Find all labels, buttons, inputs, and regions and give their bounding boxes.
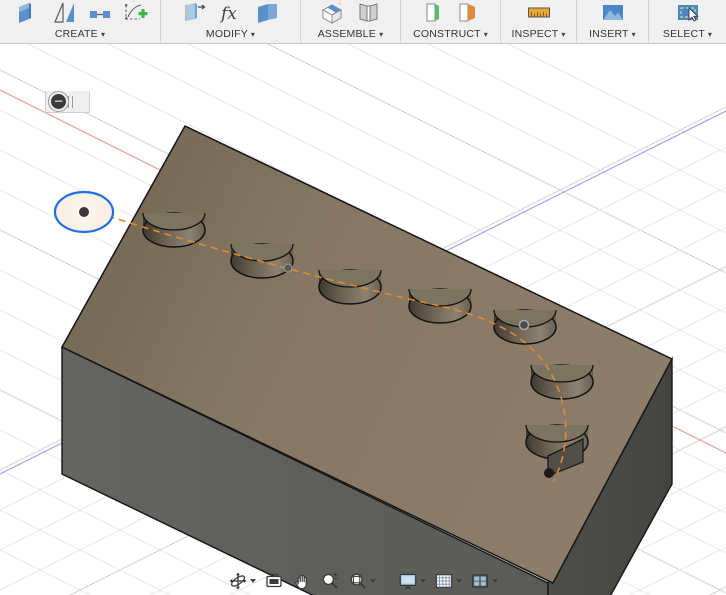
display-settings-icon[interactable]: [398, 571, 418, 591]
grid-snaps-dropdown-caret-icon[interactable]: [456, 579, 462, 583]
navbar-look-at[interactable]: [262, 570, 286, 592]
joint-icon[interactable]: [356, 0, 382, 26]
inspect-caret-icon[interactable]: ▾: [561, 30, 565, 39]
navbar-pan[interactable]: [290, 570, 314, 592]
navbar-grid-snaps[interactable]: [432, 570, 464, 592]
toolbar-group-assemble-label: ASSEMBLE ▾: [318, 26, 384, 43]
toolbar-group-insert[interactable]: INSERT ▾: [576, 0, 648, 43]
plane-at-angle-icon[interactable]: [455, 0, 481, 26]
create-caret-icon[interactable]: ▾: [101, 30, 105, 39]
insert-caret-icon[interactable]: ▾: [632, 30, 636, 39]
new-component-icon[interactable]: [320, 0, 346, 26]
browser-panel-collapse[interactable]: −: [45, 91, 90, 113]
navbar-viewports[interactable]: [468, 570, 500, 592]
grid-snaps-icon[interactable]: [434, 571, 454, 591]
select-cursor-icon[interactable]: [675, 0, 701, 26]
insert-label-text: INSERT: [589, 28, 629, 40]
sweep-icon[interactable]: [87, 0, 113, 26]
path-endpoint-marker[interactable]: [544, 468, 554, 478]
toolbar-group-insert-label: INSERT ▾: [589, 26, 636, 43]
assemble-caret-icon[interactable]: ▾: [379, 30, 383, 39]
selected-sketch-circle[interactable]: [53, 190, 115, 234]
construct-caret-icon[interactable]: ▾: [484, 30, 488, 39]
toolbar-group-modify[interactable]: fx MODIFY ▾: [160, 0, 300, 43]
modify-label-text: MODIFY: [205, 28, 248, 40]
press-pull-icon[interactable]: [182, 0, 208, 26]
navbar-display-settings[interactable]: [396, 570, 428, 592]
fit-dropdown-caret-icon[interactable]: [370, 579, 376, 583]
navbar-zoom[interactable]: [318, 570, 342, 592]
select-caret-icon[interactable]: ▾: [708, 30, 712, 39]
zoom-icon[interactable]: [320, 571, 340, 591]
main-toolbar: CREATE ▾ fx MODIFY ▾ ASSEMBLE ▾ CONSTRUC…: [0, 0, 726, 44]
assemble-label-text: ASSEMBLE: [317, 28, 376, 40]
fillet-icon[interactable]: [254, 0, 280, 26]
navbar-orbit[interactable]: [226, 570, 258, 592]
change-parameters-icon[interactable]: fx: [218, 0, 244, 26]
3d-viewport[interactable]: − +: [0, 44, 726, 595]
look-at-icon[interactable]: [264, 571, 284, 591]
create-sketch-icon[interactable]: [122, 0, 148, 26]
toolbar-group-inspect[interactable]: INSPECT ▾: [500, 0, 576, 43]
hole-1[interactable]: [142, 212, 206, 248]
insert-image-icon[interactable]: [600, 0, 626, 26]
path-point-marker-1[interactable]: [283, 263, 293, 273]
inspect-label-text: INSPECT: [511, 28, 559, 40]
revolve-icon[interactable]: [52, 0, 78, 26]
construct-label-text: CONSTRUCT: [413, 28, 481, 40]
collapse-minus-icon[interactable]: −: [48, 91, 69, 112]
display-settings-dropdown-caret-icon[interactable]: [420, 579, 426, 583]
solid-body-block[interactable]: [0, 44, 726, 595]
measure-ruler-icon[interactable]: [526, 0, 552, 26]
toolbar-group-assemble[interactable]: ASSEMBLE ▾: [300, 0, 400, 43]
hole-3[interactable]: [318, 269, 382, 305]
create-label-text: CREATE: [54, 28, 98, 40]
toolbar-group-create-label: CREATE ▾: [55, 26, 105, 43]
orbit-icon[interactable]: [228, 571, 248, 591]
path-point-marker-2[interactable]: [518, 319, 530, 331]
selection-center-point[interactable]: [79, 207, 89, 217]
browser-panel-resize-grip[interactable]: [68, 95, 73, 108]
hole-6[interactable]: [530, 364, 594, 400]
viewports-icon[interactable]: [470, 571, 490, 591]
extrude-icon[interactable]: [17, 0, 43, 26]
select-label-text: SELECT: [662, 28, 705, 40]
fit-icon[interactable]: [348, 571, 368, 591]
toolbar-group-select-label: SELECT ▾: [663, 26, 712, 43]
orbit-dropdown-caret-icon[interactable]: [250, 579, 256, 583]
toolbar-group-create[interactable]: CREATE ▾: [0, 0, 160, 43]
toolbar-group-inspect-label: INSPECT ▾: [511, 26, 565, 43]
svg-text:fx: fx: [219, 4, 237, 24]
navbar-fit[interactable]: [346, 570, 378, 592]
toolbar-group-select[interactable]: SELECT ▾: [648, 0, 726, 43]
offset-plane-icon[interactable]: [421, 0, 447, 26]
viewports-dropdown-caret-icon[interactable]: [492, 579, 498, 583]
hole-4[interactable]: [408, 288, 472, 324]
cad-application-window: CREATE ▾ fx MODIFY ▾ ASSEMBLE ▾ CONSTRUC…: [0, 0, 726, 595]
pan-hand-icon[interactable]: [292, 571, 312, 591]
toolbar-group-construct[interactable]: CONSTRUCT ▾: [400, 0, 500, 43]
toolbar-group-construct-label: CONSTRUCT ▾: [413, 26, 488, 43]
modify-caret-icon[interactable]: ▾: [251, 30, 255, 39]
toolbar-group-modify-label: MODIFY ▾: [206, 26, 255, 43]
